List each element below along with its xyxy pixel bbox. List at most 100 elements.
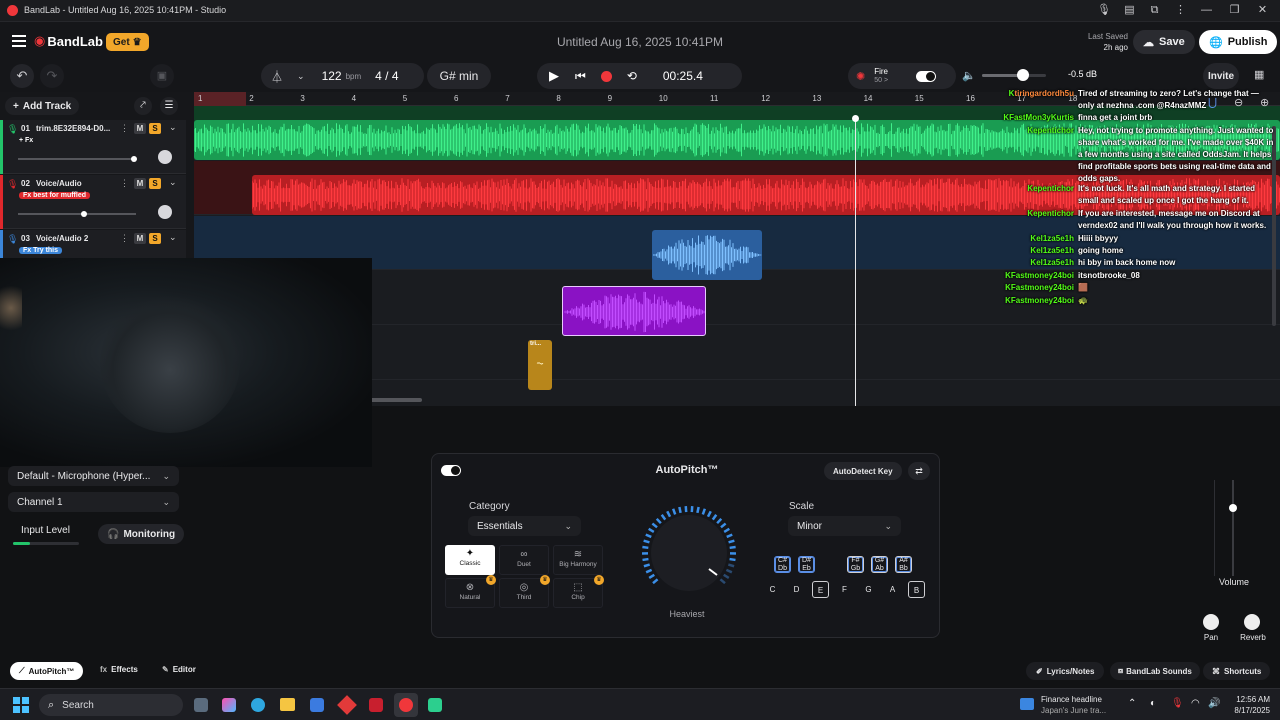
shortcuts-button[interactable]: ⌘ Shortcuts — [1203, 662, 1271, 680]
input-channel-select[interactable]: Channel 1 ⌄ — [8, 492, 179, 512]
hamburger-menu-icon[interactable] — [12, 35, 26, 47]
minimize-icon[interactable]: — — [1200, 4, 1213, 17]
windows-start-icon[interactable] — [13, 697, 29, 713]
chevron-down-icon[interactable]: ⌄ — [169, 122, 177, 133]
skip-back-icon[interactable]: ⏮ — [575, 69, 586, 84]
playhead[interactable] — [855, 118, 856, 406]
track-settings-icon[interactable]: ☰ — [160, 97, 178, 115]
mute-button[interactable]: M — [134, 233, 146, 244]
tray-app-icon[interactable]: ◐ — [1150, 698, 1156, 709]
record-lock-icon[interactable]: ▣ — [150, 64, 174, 88]
undo-icon[interactable]: ↶ — [10, 64, 34, 88]
more-icon[interactable]: ⋮ — [1174, 4, 1187, 17]
time-signature[interactable]: 4 / 4 — [375, 69, 398, 83]
effect-option[interactable]: ⬚ Chip ♛ — [553, 575, 604, 608]
reverb-knob[interactable] — [1244, 614, 1260, 630]
volume-fader-handle[interactable] — [1229, 504, 1237, 512]
sharp-key[interactable]: D# Eb — [798, 556, 815, 573]
audio-clip-purple[interactable] — [562, 286, 706, 336]
project-title[interactable]: Untitled Aug 16, 2025 10:41PM — [520, 35, 760, 49]
store-icon[interactable] — [310, 698, 324, 712]
effect-option[interactable]: ✦ Classic — [445, 545, 495, 575]
mic-icon[interactable]: 🎙 — [7, 124, 18, 135]
tab-effects[interactable]: fx Effects — [100, 665, 138, 674]
preset-toggle[interactable] — [916, 70, 937, 82]
sharp-key[interactable]: G# Ab — [871, 556, 888, 573]
window-icon[interactable]: ⧉ — [1148, 4, 1161, 17]
category-select[interactable]: Essentials ⌄ — [468, 516, 581, 536]
track-pan-knob[interactable] — [158, 205, 172, 219]
bandlab-logo[interactable]: ◉ BandLab — [34, 33, 103, 49]
effect-option[interactable]: ⊗ Natural ♛ — [445, 575, 496, 608]
file-explorer-icon[interactable] — [280, 698, 295, 711]
autodetect-key-button[interactable]: AutoDetect Key — [824, 462, 902, 480]
effect-option[interactable]: ◎ Third ♛ — [499, 575, 550, 608]
solo-button[interactable]: S — [149, 123, 161, 134]
microphone-icon[interactable]: 🎙 — [1097, 4, 1111, 17]
track-more-icon[interactable]: ⋮ — [120, 123, 129, 134]
volume-fader-track[interactable] — [1232, 480, 1234, 576]
natural-key[interactable]: C — [764, 581, 781, 598]
publish-button[interactable]: 🌐 Publish — [1199, 30, 1278, 54]
track-name[interactable]: trim.8E32E894-D0... — [36, 124, 114, 133]
bpm-value[interactable]: 122 — [322, 69, 342, 83]
monitoring-button[interactable]: 🎧 Monitoring — [98, 524, 185, 544]
speaker-icon[interactable]: 🔈 — [962, 69, 976, 82]
record-icon[interactable] — [600, 70, 612, 82]
lyrics-notes-button[interactable]: ✐ Lyrics/Notes — [1026, 662, 1105, 680]
mixer-icon[interactable]: ▦ — [1254, 68, 1264, 81]
mute-button[interactable]: M — [134, 178, 146, 189]
track-header[interactable]: 🎙 01 trim.8E32E894-D0... ⋮ M S ⌄ + Fx — [0, 120, 186, 174]
taskbar-search[interactable]: ⌕ Search — [39, 694, 183, 716]
mute-button[interactable]: M — [134, 123, 146, 134]
save-button[interactable]: ☁ Save — [1133, 30, 1195, 54]
edge-icon[interactable] — [251, 698, 265, 712]
natural-key[interactable]: A — [884, 581, 901, 598]
chevron-down-icon[interactable]: ⌄ — [297, 71, 305, 82]
track-volume-slider[interactable] — [18, 211, 136, 217]
playhead-handle[interactable] — [852, 115, 859, 122]
swap-icon[interactable]: ⇄ — [908, 462, 930, 480]
scale-select[interactable]: Minor ⌄ — [788, 516, 901, 536]
natural-key[interactable]: F — [836, 581, 853, 598]
track-name[interactable]: Voice/Audio — [36, 179, 114, 188]
track-fx-button[interactable]: Fx best for muffled — [19, 192, 91, 199]
copilot-icon[interactable] — [222, 698, 236, 712]
task-view-icon[interactable] — [194, 698, 208, 712]
track-volume-slider[interactable] — [18, 156, 137, 162]
autopitch-toggle[interactable] — [441, 465, 461, 476]
app-diamond-icon[interactable] — [337, 695, 357, 715]
add-track-button[interactable]: + Add Track — [5, 97, 80, 115]
key-selector[interactable]: G# min — [427, 63, 491, 89]
news-icon[interactable] — [1020, 698, 1034, 710]
chevron-down-icon[interactable]: ⌄ — [169, 177, 177, 188]
effect-option[interactable]: ∞ Duet — [499, 545, 549, 575]
maximize-icon[interactable]: ❐ — [1228, 4, 1241, 17]
solo-button[interactable]: S — [149, 233, 161, 244]
get-pro-button[interactable]: Get ♛ — [106, 33, 149, 51]
natural-key[interactable]: E — [812, 581, 829, 598]
pan-knob[interactable] — [1203, 614, 1219, 630]
sharp-key[interactable]: A# Bb — [895, 556, 912, 573]
wifi-icon[interactable]: ◠ — [1191, 698, 1200, 709]
audio-clip-yellow[interactable]: tri... ⏦ — [528, 340, 552, 390]
metronome-icon[interactable]: ⏃ — [271, 68, 283, 85]
play-icon[interactable]: ▶ — [549, 68, 559, 84]
tab-editor[interactable]: ✎ Editor — [162, 665, 196, 674]
sharp-key[interactable]: C# Db — [774, 556, 791, 573]
track-more-icon[interactable]: ⋮ — [120, 233, 129, 244]
notes-icon[interactable]: ▤ — [1123, 4, 1136, 17]
close-icon[interactable]: ✕ — [1256, 4, 1269, 17]
track-header[interactable]: 🎙 02 Voice/Audio ⋮ M S ⌄ Fx best for muffled — [0, 175, 186, 229]
track-fx-button[interactable]: Fx Try this — [19, 247, 63, 254]
tray-chevron-icon[interactable]: ⌃ — [1128, 698, 1136, 709]
chevron-down-icon[interactable]: ⌄ — [169, 232, 177, 243]
mic-icon[interactable]: 🎙 — [7, 234, 18, 245]
tray-mic-icon[interactable]: 🎙 — [1171, 698, 1184, 709]
news-widget[interactable]: Finance headline Japan's June tra... — [1041, 694, 1106, 716]
loop-icon[interactable]: ⟲ — [627, 69, 637, 83]
audio-clip-track-3[interactable] — [652, 230, 762, 280]
sharp-key[interactable]: F# Gb — [847, 556, 864, 573]
clock[interactable]: 12:56 AM 8/17/2025 — [1226, 694, 1270, 716]
strength-dial[interactable] — [632, 506, 747, 594]
